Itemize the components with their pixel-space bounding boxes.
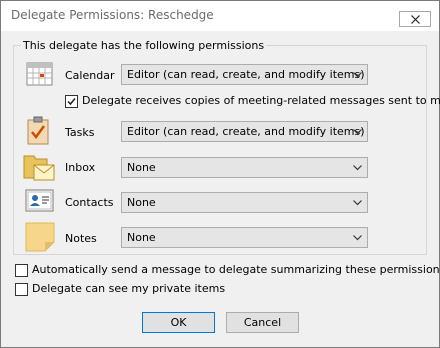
inbox-label: Inbox — [65, 161, 96, 174]
tasks-label: Tasks — [65, 126, 95, 139]
meeting-copies-label: Delegate receives copies of meeting-rela… — [82, 94, 440, 107]
meeting-copies-checkbox-row[interactable]: Delegate receives copies of meeting-rela… — [65, 94, 440, 110]
window-title: Delegate Permissions: Reschedge — [11, 8, 214, 22]
notes-icon — [25, 222, 55, 252]
permissions-group-label: This delegate has the following permissi… — [21, 39, 267, 52]
chevron-down-icon — [353, 129, 362, 135]
notes-permission-select[interactable]: None — [121, 227, 368, 248]
inbox-icon — [23, 155, 55, 181]
contacts-permission-select[interactable]: None — [121, 192, 368, 213]
chevron-down-icon — [353, 165, 362, 171]
contacts-permission-value: None — [127, 196, 156, 209]
private-items-checkbox-row[interactable]: Delegate can see my private items — [15, 282, 315, 298]
close-icon — [411, 15, 420, 24]
notes-permission-value: None — [127, 231, 156, 244]
chevron-down-icon — [353, 72, 362, 78]
inbox-permission-select[interactable]: None — [121, 157, 368, 178]
notes-label: Notes — [65, 232, 97, 245]
chevron-down-icon — [353, 235, 362, 241]
tasks-permission-select[interactable]: Editor (can read, create, and modify ite… — [121, 121, 368, 142]
auto-send-checkbox[interactable] — [15, 264, 28, 277]
delegate-permissions-dialog: Delegate Permissions: Reschedge This del… — [0, 0, 440, 348]
contacts-icon — [25, 189, 54, 212]
inbox-permission-value: None — [127, 161, 156, 174]
meeting-copies-checkbox[interactable] — [65, 95, 78, 108]
private-items-checkbox[interactable] — [15, 283, 28, 296]
tasks-icon — [27, 116, 49, 145]
auto-send-label: Automatically send a message to delegate… — [32, 263, 440, 276]
title-bar: Delegate Permissions: Reschedge — [1, 1, 439, 31]
checkmark-icon — [67, 98, 76, 106]
close-button[interactable] — [399, 11, 431, 27]
calendar-label: Calendar — [65, 69, 115, 82]
chevron-down-icon — [353, 200, 362, 206]
private-items-label: Delegate can see my private items — [32, 282, 226, 295]
contacts-label: Contacts — [65, 196, 114, 209]
calendar-icon — [26, 62, 53, 86]
tasks-permission-value: Editor (can read, create, and modify ite… — [127, 125, 365, 138]
calendar-permission-select[interactable]: Editor (can read, create, and modify ite… — [121, 64, 368, 85]
calendar-permission-value: Editor (can read, create, and modify ite… — [127, 68, 365, 81]
ok-button[interactable]: OK — [142, 312, 215, 333]
cancel-button[interactable]: Cancel — [226, 312, 299, 333]
auto-send-checkbox-row[interactable]: Automatically send a message to delegate… — [15, 263, 440, 279]
